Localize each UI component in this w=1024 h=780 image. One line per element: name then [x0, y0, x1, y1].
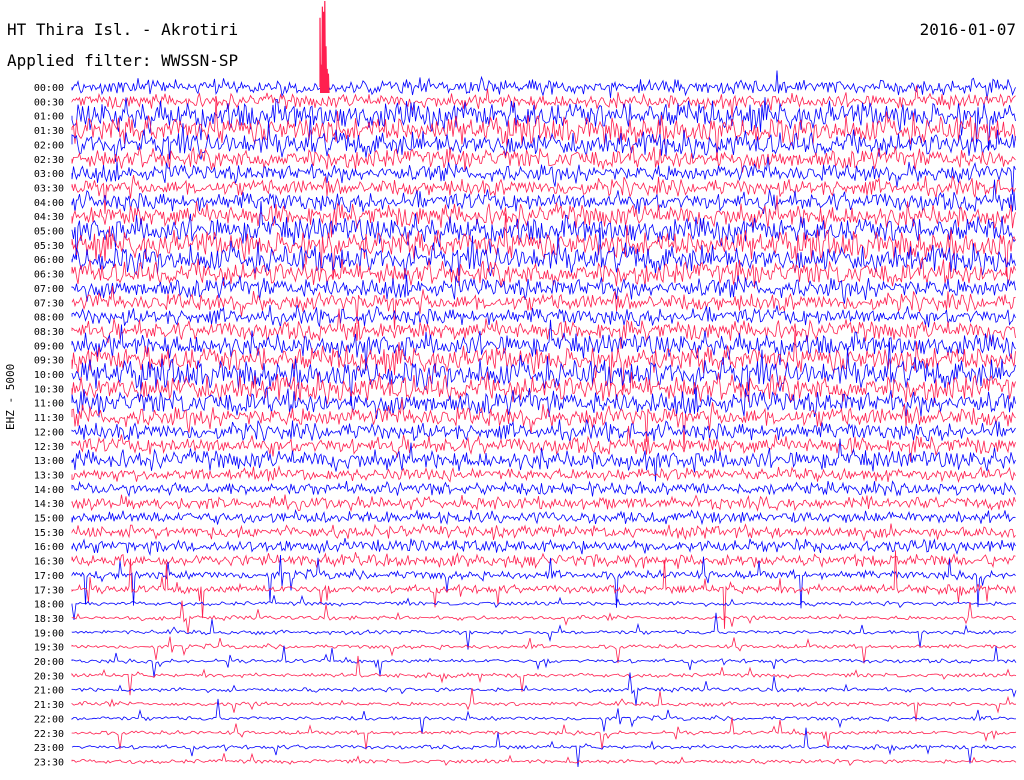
tick-label: 23:30 — [34, 757, 64, 768]
tick-label: 18:00 — [34, 600, 64, 611]
trace-row — [71, 330, 1016, 391]
tick-label: 16:30 — [34, 557, 64, 568]
trace-row — [71, 227, 1016, 279]
tick-label: 21:00 — [34, 686, 64, 697]
trace-row — [71, 85, 1016, 118]
trace-row — [71, 419, 1016, 443]
tick-label: 14:00 — [34, 485, 64, 496]
tick-label: 20:30 — [34, 671, 64, 682]
trace-row — [71, 552, 1016, 570]
tick-label: 14:30 — [34, 499, 64, 510]
trace-row — [71, 304, 1016, 328]
tick-label: 01:30 — [34, 126, 64, 137]
tick-label: 05:00 — [34, 227, 64, 238]
tick-label: 06:30 — [34, 270, 64, 281]
tick-label: 04:00 — [34, 198, 64, 209]
tick-label: 08:00 — [34, 313, 64, 324]
seismogram-plot: 00:00 00:30 01:00 01:30 02:00 02:30 03:00 03:30… — [34, 0, 1017, 768]
trace-row — [71, 256, 1016, 289]
trace-row — [71, 717, 1017, 750]
event-spike — [319, 0, 330, 94]
trace-row — [71, 286, 1016, 330]
tick-label: 01:00 — [34, 112, 64, 123]
tick-label: 23:00 — [34, 743, 64, 754]
trace-row — [71, 752, 1017, 767]
tick-label: 21:30 — [34, 700, 64, 711]
trace-row — [71, 508, 1016, 526]
tick-label: 22:00 — [34, 714, 64, 725]
tick-label: 03:30 — [34, 183, 64, 194]
tick-label: 16:00 — [34, 542, 64, 553]
tick-label: 02:00 — [34, 140, 64, 151]
tick-label: 15:30 — [34, 528, 64, 539]
tick-label: 10:30 — [34, 384, 64, 395]
time-axis: 00:00 00:30 01:00 01:30 02:00 02:30 03:00 03:30… — [34, 83, 64, 768]
tick-label: 13:30 — [34, 470, 64, 481]
tick-label: 20:00 — [34, 657, 64, 668]
trace-row — [71, 480, 1016, 498]
tick-label: 11:30 — [34, 413, 64, 424]
tick-label: 19:30 — [34, 643, 64, 654]
tick-label: 03:00 — [34, 169, 64, 180]
tick-label: 09:00 — [34, 341, 64, 352]
tick-label: 00:00 — [34, 83, 64, 94]
tick-label: 17:00 — [34, 571, 64, 582]
trace-row — [71, 688, 1017, 722]
trace-row — [71, 537, 1016, 556]
trace-row — [71, 398, 1016, 449]
trace-row — [71, 645, 1017, 678]
tick-label: 10:00 — [34, 370, 64, 381]
tick-label: 07:00 — [34, 284, 64, 295]
trace-row — [71, 523, 1016, 542]
tick-label: 18:30 — [34, 614, 64, 625]
trace-row — [71, 672, 1017, 706]
seismogram-traces — [71, 0, 1017, 767]
trace-row — [71, 70, 1016, 101]
tick-label: 17:30 — [34, 585, 64, 596]
trace-row — [71, 213, 1016, 278]
tick-label: 12:00 — [34, 427, 64, 438]
tick-label: 19:00 — [34, 628, 64, 639]
tick-label: 11:00 — [34, 399, 64, 410]
trace-row — [71, 465, 1016, 484]
tick-label: 09:30 — [34, 356, 64, 367]
tick-label: 15:00 — [34, 514, 64, 525]
tick-label: 12:30 — [34, 442, 64, 453]
tick-label: 02:30 — [34, 155, 64, 166]
tick-label: 05:30 — [34, 241, 64, 252]
trace-row — [71, 175, 1016, 214]
tick-label: 22:30 — [34, 729, 64, 740]
tick-label: 07:30 — [34, 298, 64, 309]
trace-row — [71, 494, 1016, 513]
tick-label: 06:00 — [34, 255, 64, 266]
tick-label: 13:00 — [34, 456, 64, 467]
tick-label: 04:30 — [34, 212, 64, 223]
tick-label: 00:30 — [34, 97, 64, 108]
tick-label: 08:30 — [34, 327, 64, 338]
trace-row — [71, 99, 1016, 162]
